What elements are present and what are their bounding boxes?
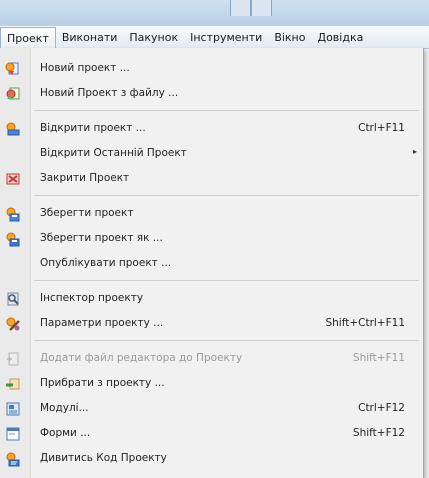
menu-item-project-options[interactable]: Параметри проекту ... Shift+Ctrl+F11 bbox=[0, 313, 423, 335]
save-project-as-icon bbox=[5, 231, 21, 247]
menu-item-label: Опублікувати проект ... bbox=[40, 257, 172, 269]
project-dropdown-menu: Новий проект ... Новий Проект з файлу ..… bbox=[0, 48, 424, 478]
menu-item-shortcut: Ctrl+F11 bbox=[358, 122, 405, 134]
project-options-icon bbox=[5, 316, 21, 332]
menu-item-new-project[interactable]: Новий проект ... bbox=[0, 58, 423, 80]
menu-item-label: Закрити Проект bbox=[40, 172, 130, 184]
menu-bar: Проект Виконати Пакунок Інструменти Вікн… bbox=[0, 26, 429, 49]
menu-item-label: Відкрити Останній Проект bbox=[40, 147, 187, 159]
menu-item-new-project-from-file[interactable]: Новий Проект з файлу ... bbox=[0, 83, 423, 105]
menu-item-view-project-source[interactable]: Дивитись Код Проекту bbox=[0, 448, 423, 470]
menu-help-label: Довідка bbox=[317, 30, 364, 44]
menu-package[interactable]: Пакунок bbox=[123, 26, 184, 48]
menu-run[interactable]: Виконати bbox=[56, 26, 124, 48]
menu-item-label: Дивитись Код Проекту bbox=[40, 452, 167, 464]
menu-window-label: Вікно bbox=[274, 30, 306, 44]
add-editor-file-icon bbox=[5, 351, 21, 367]
menu-item-label: Зберегти проект як ... bbox=[40, 232, 163, 244]
menu-item-remove-from-project[interactable]: Прибрати з проекту ... bbox=[0, 373, 423, 395]
menu-separator bbox=[34, 110, 419, 111]
menu-tools[interactable]: Інструменти bbox=[184, 26, 268, 48]
menu-item-label: Відкрити проект ... bbox=[40, 122, 146, 134]
menu-item-label: Форми ... bbox=[40, 427, 91, 439]
menu-item-shortcut: Shift+Ctrl+F11 bbox=[325, 317, 405, 329]
new-project-icon bbox=[5, 61, 21, 77]
menu-project-label: Проект bbox=[7, 31, 49, 45]
menu-window[interactable]: Вікно bbox=[268, 26, 311, 48]
menu-item-shortcut: Shift+F11 bbox=[352, 352, 405, 364]
menu-item-add-editor-file: Додати файл редактора до Проекту Shift+F… bbox=[0, 348, 423, 370]
menu-item-publish-project[interactable]: Опублікувати проект ... bbox=[0, 253, 423, 275]
submenu-arrow-icon: ▸ bbox=[412, 147, 417, 156]
menu-separator bbox=[34, 280, 419, 281]
background-window-divider bbox=[250, 0, 252, 16]
menu-item-close-project[interactable]: Закрити Проект bbox=[0, 168, 423, 190]
menu-project[interactable]: Проект bbox=[0, 27, 56, 48]
menu-item-shortcut: Ctrl+F12 bbox=[358, 402, 405, 414]
menu-item-label: Прибрати з проекту ... bbox=[40, 377, 165, 389]
open-project-icon bbox=[5, 121, 21, 137]
menu-separator bbox=[34, 340, 419, 341]
menu-item-project-inspector[interactable]: Інспектор проекту bbox=[0, 288, 423, 310]
menu-item-shortcut: Shift+F12 bbox=[352, 427, 405, 439]
project-inspector-icon bbox=[5, 291, 21, 307]
remove-from-project-icon bbox=[5, 376, 21, 392]
menu-item-label: Новий Проект з файлу ... bbox=[40, 87, 179, 99]
forms-icon bbox=[5, 426, 21, 442]
new-project-from-file-icon bbox=[5, 86, 21, 102]
menu-item-label: Зберегти проект bbox=[40, 207, 134, 219]
menu-item-label: Модулі... bbox=[40, 402, 89, 414]
menu-item-label: Параметри проекту ... bbox=[40, 317, 164, 329]
units-icon bbox=[5, 401, 21, 417]
menu-item-open-project[interactable]: Відкрити проект ... Ctrl+F11 bbox=[0, 118, 423, 140]
menu-package-label: Пакунок bbox=[129, 30, 179, 44]
menu-item-label: Інспектор проекту bbox=[40, 292, 144, 304]
menu-item-units[interactable]: Модулі... Ctrl+F12 bbox=[0, 398, 423, 420]
menu-tools-label: Інструменти bbox=[190, 30, 263, 44]
menu-item-open-recent-project[interactable]: Відкрити Останній Проект ▸ bbox=[0, 143, 423, 165]
menu-separator bbox=[34, 195, 419, 196]
save-project-icon bbox=[5, 206, 21, 222]
menu-item-label: Додати файл редактора до Проекту bbox=[40, 352, 243, 364]
menu-item-forms[interactable]: Форми ... Shift+F12 bbox=[0, 423, 423, 445]
view-source-icon bbox=[5, 451, 21, 467]
background-window bbox=[0, 0, 429, 26]
menu-item-save-project-as[interactable]: Зберегти проект як ... bbox=[0, 228, 423, 250]
menu-help[interactable]: Довідка bbox=[311, 26, 369, 48]
menu-item-save-project[interactable]: Зберегти проект bbox=[0, 203, 423, 225]
menu-run-label: Виконати bbox=[61, 30, 118, 44]
menu-item-label: Новий проект ... bbox=[40, 62, 130, 74]
close-project-icon bbox=[5, 171, 21, 187]
